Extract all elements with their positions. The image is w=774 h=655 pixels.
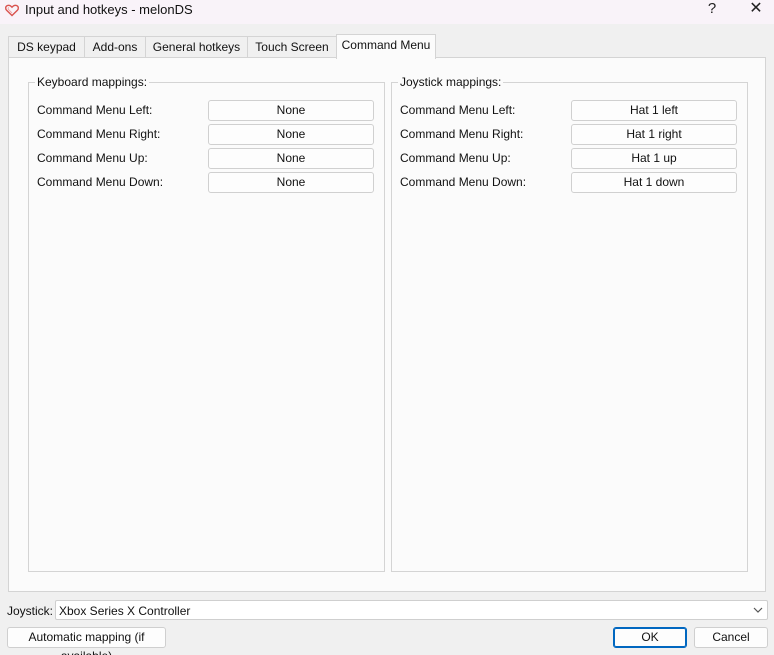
- tab-touch-screen[interactable]: Touch Screen: [247, 36, 337, 58]
- joystick-mappings-group: Joystick mappings: Command Menu Left: Ha…: [391, 75, 748, 572]
- keyboard-right-mapping-button[interactable]: None: [208, 124, 374, 145]
- joystick-left-mapping-button[interactable]: Hat 1 left: [571, 100, 737, 121]
- joystick-row-left: Command Menu Left: Hat 1 left: [400, 100, 740, 122]
- map-label: Command Menu Left:: [400, 103, 516, 117]
- keyboard-mappings-title: Keyboard mappings:: [35, 75, 150, 89]
- keyboard-mappings-group: Keyboard mappings: Command Menu Left: No…: [28, 75, 385, 572]
- joystick-row-right: Command Menu Right: Hat 1 right: [400, 124, 740, 146]
- command-menu-panel: Keyboard mappings: Command Menu Left: No…: [8, 57, 766, 592]
- joystick-up-mapping-button[interactable]: Hat 1 up: [571, 148, 737, 169]
- keyboard-row-right: Command Menu Right: None: [37, 124, 377, 146]
- joystick-row-up: Command Menu Up: Hat 1 up: [400, 148, 740, 170]
- map-label: Command Menu Left:: [37, 103, 153, 117]
- map-label: Command Menu Right:: [37, 127, 161, 141]
- automatic-mapping-button[interactable]: Automatic mapping (if available): [7, 627, 166, 655]
- joystick-row-down: Command Menu Down: Hat 1 down: [400, 172, 740, 194]
- keyboard-left-mapping-button[interactable]: None: [208, 100, 374, 121]
- cancel-button[interactable]: Cancel: [694, 627, 768, 648]
- close-icon: ✕: [749, 0, 763, 17]
- tab-ds-keypad[interactable]: DS keypad: [8, 36, 85, 58]
- joystick-label: Joystick:: [7, 604, 54, 618]
- chevron-down-icon: [753, 602, 763, 623]
- keyboard-down-mapping-button[interactable]: None: [208, 172, 374, 193]
- map-label: Command Menu Down:: [400, 175, 527, 189]
- heart-icon: [5, 4, 19, 17]
- tab-general-hotkeys[interactable]: General hotkeys: [145, 36, 248, 58]
- map-label: Command Menu Up:: [37, 151, 148, 165]
- keyboard-up-mapping-button[interactable]: None: [208, 148, 374, 169]
- joystick-mappings-title: Joystick mappings:: [398, 75, 504, 89]
- window-title: Input and hotkeys - melonDS: [25, 2, 193, 17]
- keyboard-row-left: Command Menu Left: None: [37, 100, 377, 122]
- joystick-select[interactable]: Xbox Series X Controller: [55, 600, 768, 620]
- joystick-right-mapping-button[interactable]: Hat 1 right: [571, 124, 737, 145]
- joystick-down-mapping-button[interactable]: Hat 1 down: [571, 172, 737, 193]
- tab-add-ons[interactable]: Add-ons: [84, 36, 146, 58]
- ok-button[interactable]: OK: [613, 627, 687, 648]
- help-button[interactable]: ?: [694, 0, 730, 24]
- map-label: Command Menu Down:: [37, 175, 164, 189]
- close-button[interactable]: ✕: [738, 0, 774, 24]
- keyboard-row-up: Command Menu Up: None: [37, 148, 377, 170]
- joystick-selected-value: Xbox Series X Controller: [59, 604, 191, 618]
- tab-command-menu[interactable]: Command Menu: [336, 34, 436, 59]
- title-bar: Input and hotkeys - melonDS ? ✕: [0, 0, 774, 24]
- map-label: Command Menu Right:: [400, 127, 524, 141]
- map-label: Command Menu Up:: [400, 151, 511, 165]
- keyboard-row-down: Command Menu Down: None: [37, 172, 377, 194]
